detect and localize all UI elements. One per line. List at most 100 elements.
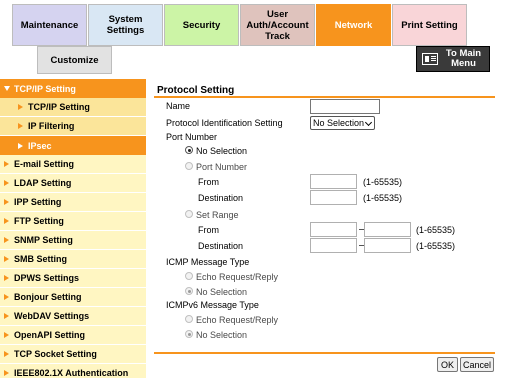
chevron-right-icon [4, 218, 9, 224]
sidebar-item-ftp-setting[interactable]: FTP Setting [0, 212, 146, 231]
range-from-start-field[interactable] [310, 222, 357, 237]
tab-system-settings[interactable]: System Settings [88, 4, 163, 46]
protocol-identification-value: No Selection [313, 118, 365, 128]
sidebar-item-ipsec[interactable]: IPsec [0, 136, 146, 155]
chevron-right-icon [4, 294, 9, 300]
chevron-right-icon [4, 199, 9, 205]
range-destination-end-field[interactable] [364, 238, 411, 253]
set-range-option-label: Set Range [196, 210, 239, 220]
sidebar-item-dpws-settings[interactable]: DPWS Settings [0, 269, 146, 288]
port-from-range-hint: (1-65535) [363, 177, 403, 187]
protocol-identification-label: Protocol Identification Setting [166, 118, 283, 128]
sidebar-item-label: TCP Socket Setting [14, 349, 97, 359]
chevron-right-icon [4, 313, 9, 319]
icmp-echo-radio[interactable] [185, 272, 193, 280]
title-divider [154, 96, 495, 98]
sidebar-item-label: Bonjour Setting [14, 292, 82, 302]
sidebar-item-ip-filtering[interactable]: IP Filtering [0, 117, 146, 136]
range-from-label: From [198, 225, 219, 235]
icmp-no-selection-label: No Selection [196, 287, 248, 297]
icmpv6-no-selection-radio[interactable] [185, 330, 193, 338]
sidebar-item-label: TCP/IP Setting [14, 83, 76, 94]
sidebar-item-tcpip-setting-sub[interactable]: TCP/IP Setting [0, 98, 146, 117]
sidebar-item-label: IEEE802.1X Authentication [14, 368, 129, 378]
port-from-field[interactable] [310, 174, 357, 189]
sidebar-item-label: DPWS Settings [14, 273, 80, 283]
sidebar-item-bonjour-setting[interactable]: Bonjour Setting [0, 288, 146, 307]
sidebar-item-label: WebDAV Settings [14, 311, 90, 321]
cancel-button[interactable]: Cancel [460, 357, 494, 372]
chevron-right-icon [4, 237, 9, 243]
chevron-right-icon [4, 332, 9, 338]
range-destination-hint: (1-65535) [416, 241, 456, 251]
chevron-down-icon [4, 86, 10, 91]
range-destination-label: Destination [198, 241, 244, 251]
sidebar: TCP/IP Setting TCP/IP Setting IP Filteri… [0, 79, 148, 378]
tab-user-auth-account-track[interactable]: User Auth/Account Track [240, 4, 315, 46]
icmp-message-type-label: ICMP Message Type [166, 257, 250, 267]
page-title: Protocol Setting [157, 85, 235, 96]
sidebar-item-openapi-setting[interactable]: OpenAPI Setting [0, 326, 146, 345]
to-main-menu-label: To Main Menu [445, 48, 482, 69]
port-no-selection-radio[interactable] [185, 146, 193, 154]
port-number-option-label: Port Number [196, 162, 248, 172]
range-destination-start-field[interactable] [310, 238, 357, 253]
sidebar-item-label: IPsec [28, 140, 52, 151]
port-from-label: From [198, 177, 219, 187]
sidebar-item-label: OpenAPI Setting [14, 330, 86, 340]
sidebar-item-label: SNMP Setting [14, 235, 73, 245]
chevron-right-icon [4, 275, 9, 281]
icmp-no-selection-radio[interactable] [185, 287, 193, 295]
chevron-right-icon [18, 142, 23, 149]
sidebar-item-ieee8021x-authentication[interactable]: IEEE802.1X Authentication [0, 364, 146, 378]
icmpv6-echo-label: Echo Request/Reply [196, 315, 279, 325]
chevron-right-icon [4, 370, 9, 376]
port-number-radio[interactable] [185, 162, 193, 170]
chevron-right-icon [18, 104, 23, 110]
to-main-menu-button[interactable]: To Main Menu [416, 46, 490, 72]
icmp-echo-label: Echo Request/Reply [196, 272, 279, 282]
icmpv6-message-type-label: ICMPv6 Message Type [166, 300, 259, 310]
tab-print-setting[interactable]: Print Setting [392, 4, 467, 46]
protocol-identification-select[interactable]: No Selection [310, 116, 375, 130]
chevron-right-icon [18, 123, 23, 129]
bottom-divider [154, 352, 495, 354]
sidebar-item-tcpip-setting[interactable]: TCP/IP Setting [0, 79, 146, 98]
port-destination-label: Destination [198, 193, 244, 203]
icmpv6-no-selection-label: No Selection [196, 330, 248, 340]
tab-security[interactable]: Security [164, 4, 239, 46]
chevron-right-icon [4, 351, 9, 357]
sidebar-item-smb-setting[interactable]: SMB Setting [0, 250, 146, 269]
sidebar-item-webdav-settings[interactable]: WebDAV Settings [0, 307, 146, 326]
port-destination-field[interactable] [310, 190, 357, 205]
sidebar-item-ipp-setting[interactable]: IPP Setting [0, 193, 146, 212]
sidebar-item-label: FTP Setting [14, 216, 64, 226]
sidebar-item-label: LDAP Setting [14, 178, 72, 188]
sidebar-item-snmp-setting[interactable]: SNMP Setting [0, 231, 146, 250]
sidebar-item-label: SMB Setting [14, 254, 67, 264]
sidebar-item-label: E-mail Setting [14, 159, 75, 169]
port-destination-range-hint: (1-65535) [363, 193, 403, 203]
chevron-right-icon [4, 161, 9, 167]
chevron-right-icon [4, 180, 9, 186]
sidebar-item-email-setting[interactable]: E-mail Setting [0, 155, 146, 174]
tab-customize[interactable]: Customize [37, 46, 112, 74]
protocol-setting-panel: Protocol Setting Name Protocol Identific… [154, 79, 499, 378]
name-label: Name [166, 101, 191, 111]
icmpv6-echo-radio[interactable] [185, 315, 193, 323]
range-from-hint: (1-65535) [416, 225, 456, 235]
chevron-down-icon [364, 118, 373, 127]
set-range-radio[interactable] [185, 210, 193, 218]
sidebar-item-ldap-setting[interactable]: LDAP Setting [0, 174, 146, 193]
chevron-right-icon [4, 256, 9, 262]
tab-network[interactable]: Network [316, 4, 391, 46]
tab-maintenance[interactable]: Maintenance [12, 4, 87, 46]
ok-button[interactable]: OK [437, 357, 458, 372]
sidebar-item-label: IP Filtering [28, 121, 75, 131]
main-menu-icon [422, 53, 438, 65]
name-field[interactable] [310, 99, 380, 114]
port-number-label: Port Number [166, 132, 218, 142]
sidebar-item-tcp-socket-setting[interactable]: TCP Socket Setting [0, 345, 146, 364]
sidebar-item-label: IPP Setting [14, 197, 62, 207]
range-from-end-field[interactable] [364, 222, 411, 237]
